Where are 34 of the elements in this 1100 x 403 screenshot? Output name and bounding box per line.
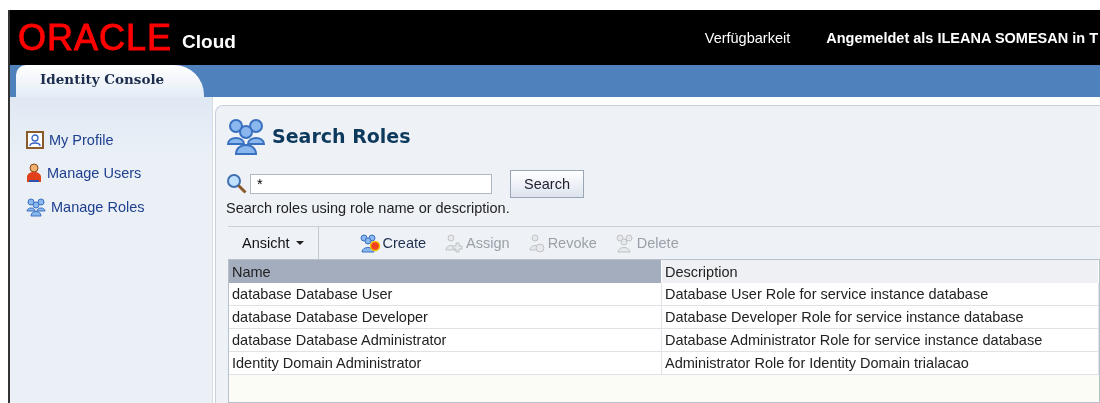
availability-link[interactable]: Verfügbarkeit	[704, 29, 791, 46]
portrait-icon	[26, 131, 44, 149]
person-x-icon	[527, 233, 546, 253]
sidebar-link[interactable]: Manage Users	[47, 165, 142, 181]
sidebar-link[interactable]: Manage Roles	[51, 199, 145, 215]
roles-icon	[226, 116, 266, 156]
search-button[interactable]: Search	[510, 170, 584, 198]
group-x-icon	[614, 233, 635, 253]
table-cell: Database Developer Role for service instance database	[661, 305, 1099, 329]
group-icon	[26, 197, 46, 217]
signed-in-user: Angemeldet als ILEANA SOMESAN in T	[826, 29, 1098, 46]
console-tab[interactable]: Identity Console	[16, 65, 205, 97]
search-icon	[226, 173, 248, 195]
table-cell: database Database Developer	[229, 305, 662, 329]
column-header[interactable]: Name	[229, 260, 662, 283]
view-menu[interactable]: Ansicht	[242, 235, 290, 251]
table-cell: Database User Role for service instance database	[661, 283, 1099, 306]
toolbar-action[interactable]: Create	[382, 235, 427, 251]
table-cell: database Database Administrator	[229, 328, 662, 352]
product-name: Cloud	[182, 30, 236, 53]
group-add-icon	[358, 233, 381, 253]
caret-icon	[295, 241, 304, 245]
table-cell: Database Administrator Role for service instance database	[661, 328, 1099, 352]
column-header[interactable]: Description	[661, 260, 1099, 283]
person-icon	[26, 163, 42, 183]
table-cell: Administrator Role for Identity Domain trialacao	[661, 351, 1099, 375]
person-plus-icon	[444, 233, 465, 253]
logo: ORACLE	[18, 19, 173, 56]
search-field[interactable]: *	[250, 174, 492, 194]
table-cell: Identity Domain Administrator	[229, 351, 662, 375]
table-cell: database Database User	[229, 283, 662, 306]
sidebar-link[interactable]: My Profile	[49, 132, 114, 148]
page-title: Search Roles	[272, 125, 411, 147]
search-hint: Search roles using role name or description.	[226, 200, 511, 216]
